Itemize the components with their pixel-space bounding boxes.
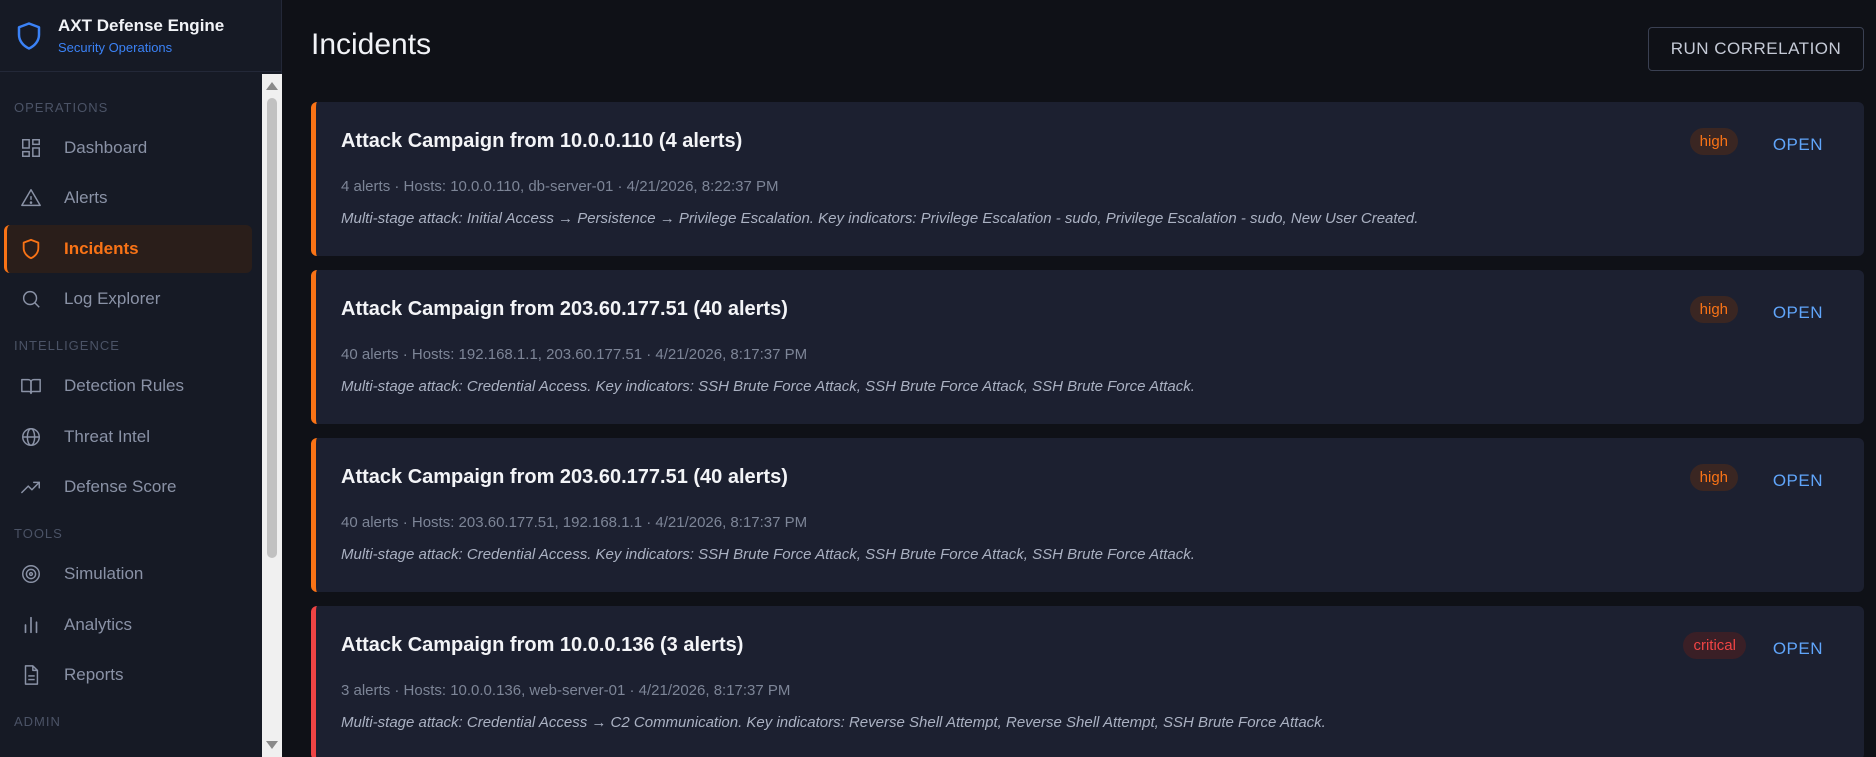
sidebar: AXT Defense Engine Security Operations O… bbox=[0, 0, 282, 757]
incident-card[interactable]: Attack Campaign from 10.0.0.110 (4 alert… bbox=[311, 102, 1864, 256]
shield-icon bbox=[22, 238, 40, 260]
sidebar-item-label: Simulation bbox=[64, 564, 144, 583]
incident-title: Attack Campaign from 10.0.0.110 (4 alert… bbox=[341, 130, 743, 152]
book-icon bbox=[21, 378, 41, 395]
sidebar-scrollbar[interactable] bbox=[262, 74, 282, 757]
trending-up-icon bbox=[21, 481, 40, 494]
sidebar-item-reports[interactable]: Reports bbox=[4, 651, 252, 699]
sidebar-item-detection-rules[interactable]: Detection Rules bbox=[4, 362, 252, 410]
brand-title: AXT Defense Engine bbox=[58, 16, 225, 35]
incident-status-link[interactable]: OPEN bbox=[1773, 471, 1823, 491]
sidebar-item-label: Incidents bbox=[64, 239, 139, 258]
sidebar-item-incidents[interactable]: Incidents bbox=[4, 225, 252, 273]
sidebar-item-simulation[interactable]: Simulation bbox=[4, 550, 252, 598]
incident-description: Multi-stage attack: Initial Access → Per… bbox=[341, 210, 1419, 227]
search-icon bbox=[22, 290, 40, 308]
incident-title: Attack Campaign from 10.0.0.136 (3 alert… bbox=[341, 634, 744, 656]
sidebar-item-label: Alerts bbox=[64, 188, 108, 207]
run-correlation-button[interactable]: RUN CORRELATION bbox=[1648, 27, 1864, 71]
brand: AXT Defense Engine Security Operations bbox=[0, 0, 281, 72]
scroll-down-arrow-icon[interactable] bbox=[266, 741, 278, 749]
sidebar-item-defense-score[interactable]: Defense Score bbox=[4, 463, 252, 511]
incident-status-link[interactable]: OPEN bbox=[1773, 303, 1823, 323]
sidebar-nav: OPERATIONS Dashboard Alerts Incidents Lo… bbox=[0, 74, 262, 757]
incident-meta: 40 alerts · Hosts: 203.60.177.51, 192.16… bbox=[341, 514, 808, 531]
incident-title: Attack Campaign from 203.60.177.51 (40 a… bbox=[341, 298, 788, 320]
incident-description: Multi-stage attack: Credential Access. K… bbox=[341, 378, 1195, 395]
section-label-operations: OPERATIONS bbox=[14, 100, 109, 115]
sidebar-item-threat-intel[interactable]: Threat Intel bbox=[4, 413, 252, 461]
incident-card[interactable]: Attack Campaign from 203.60.177.51 (40 a… bbox=[311, 270, 1864, 424]
incident-status-link[interactable]: OPEN bbox=[1773, 639, 1823, 659]
incident-title: Attack Campaign from 203.60.177.51 (40 a… bbox=[341, 466, 788, 488]
severity-badge: high bbox=[1689, 128, 1738, 155]
sidebar-item-label: Defense Score bbox=[64, 477, 177, 496]
incident-description: Multi-stage attack: Credential Access → … bbox=[341, 714, 1326, 731]
section-label-intelligence: INTELLIGENCE bbox=[14, 338, 120, 353]
globe-icon bbox=[22, 428, 40, 446]
incident-meta: 3 alerts · Hosts: 10.0.0.136, web-server… bbox=[341, 682, 791, 699]
severity-badge: high bbox=[1689, 464, 1738, 491]
sidebar-item-label: Threat Intel bbox=[64, 427, 150, 446]
incident-meta: 4 alerts · Hosts: 10.0.0.110, db-server-… bbox=[341, 178, 779, 195]
dashboard-icon bbox=[22, 139, 40, 157]
incident-status-link[interactable]: OPEN bbox=[1773, 135, 1823, 155]
section-label-admin: ADMIN bbox=[14, 714, 61, 729]
sidebar-item-label: Detection Rules bbox=[64, 376, 185, 395]
sidebar-item-label: Dashboard bbox=[64, 138, 148, 157]
page-title: Incidents bbox=[311, 28, 432, 61]
sidebar-item-label: Log Explorer bbox=[64, 289, 161, 308]
severity-badge: high bbox=[1689, 296, 1738, 323]
incident-card[interactable]: Attack Campaign from 10.0.0.136 (3 alert… bbox=[311, 606, 1864, 757]
incident-meta: 40 alerts · Hosts: 192.168.1.1, 203.60.1… bbox=[341, 346, 808, 363]
document-icon bbox=[24, 665, 39, 685]
section-label-tools: TOOLS bbox=[14, 526, 63, 541]
sidebar-item-analytics[interactable]: Analytics bbox=[4, 601, 252, 649]
sidebar-item-alerts[interactable]: Alerts bbox=[4, 174, 252, 222]
target-icon bbox=[22, 565, 40, 583]
sidebar-item-label: Reports bbox=[64, 665, 124, 684]
scrollbar-thumb[interactable] bbox=[267, 98, 277, 558]
warning-icon bbox=[21, 189, 41, 207]
incident-description: Multi-stage attack: Credential Access. K… bbox=[341, 546, 1195, 563]
main-content: Incidents RUN CORRELATION Attack Campaig… bbox=[283, 0, 1876, 757]
sidebar-item-dashboard[interactable]: Dashboard bbox=[4, 124, 252, 172]
shield-logo-icon bbox=[17, 21, 41, 50]
incident-card[interactable]: Attack Campaign from 203.60.177.51 (40 a… bbox=[311, 438, 1864, 592]
brand-subtitle: Security Operations bbox=[58, 40, 173, 55]
scroll-up-arrow-icon[interactable] bbox=[266, 82, 278, 90]
bar-chart-icon bbox=[24, 616, 38, 634]
sidebar-item-label: Analytics bbox=[64, 615, 133, 634]
severity-badge: critical bbox=[1683, 632, 1746, 659]
sidebar-item-log-explorer[interactable]: Log Explorer bbox=[4, 275, 252, 323]
